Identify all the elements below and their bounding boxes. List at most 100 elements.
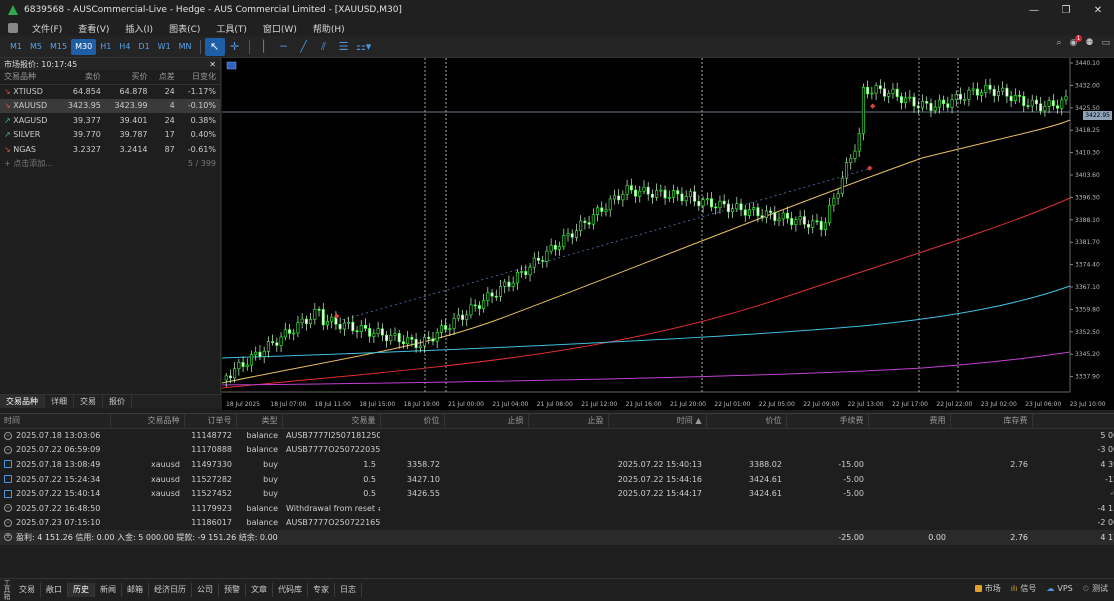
menu-view[interactable]: 查看(V) xyxy=(70,22,117,35)
price-tick-label: 3410.30 xyxy=(1075,150,1100,157)
col-swap[interactable]: 库存费 xyxy=(950,414,1033,429)
candle-body xyxy=(347,321,351,324)
candle-body xyxy=(431,338,435,342)
tab-experts[interactable]: 专家 xyxy=(308,582,335,597)
tab-symbols[interactable]: 交易品种 xyxy=(0,395,45,408)
tab-journal[interactable]: 日志 xyxy=(335,582,362,597)
panel-toggle-icon[interactable]: ▭ xyxy=(1101,38,1110,48)
search-icon[interactable]: ⌕ xyxy=(1057,38,1062,48)
history-row[interactable]: –2025.07.22 06:59:09 11170888 balance AUSB7… xyxy=(0,443,1114,458)
col-volume[interactable]: 交易量 xyxy=(282,414,381,429)
menu-file[interactable]: 文件(F) xyxy=(24,22,70,35)
status-market[interactable]: 市场 xyxy=(974,583,1001,594)
col-price[interactable]: 价位 xyxy=(380,414,445,429)
tab-trade[interactable]: 交易 xyxy=(14,582,41,597)
close-button[interactable]: ✕ xyxy=(1082,0,1114,20)
tab-news[interactable]: 新闻 xyxy=(95,582,122,597)
watch-row-xtiusd[interactable]: ↘ XTIUSD 64.854 64.878 24 -1.17% xyxy=(0,84,220,99)
tab-calendar[interactable]: 经济日历 xyxy=(149,582,192,597)
notifications-icon[interactable]: ◉ 1 xyxy=(1070,35,1083,48)
menu-charts[interactable]: 图表(C) xyxy=(161,22,208,35)
timeframe-m30[interactable]: M30 xyxy=(71,38,97,55)
menu-help[interactable]: 帮助(H) xyxy=(305,22,353,35)
tab-details[interactable]: 详细 xyxy=(45,395,74,408)
col-close-price[interactable]: 价位 xyxy=(706,414,787,429)
history-row[interactable]: 2025.07.22 15:24:34 xauusd 11527282 buy 0.5 3… xyxy=(0,472,1114,487)
col-daily-change[interactable]: 日变化 xyxy=(178,70,220,85)
timeframe-w1[interactable]: W1 xyxy=(154,39,175,55)
history-row[interactable]: –2025.07.18 13:03:06 11148772 balance AUSB7… xyxy=(0,428,1114,443)
summary-swap: 2.76 xyxy=(950,530,1032,545)
col-symbol[interactable]: 交易品种 xyxy=(110,414,185,429)
watch-row-ngas[interactable]: ↘ NGAS 3.2327 3.2414 87 -0.61% xyxy=(0,142,220,157)
close-time-cell xyxy=(608,428,706,443)
timeframe-h4[interactable]: H4 xyxy=(115,39,134,55)
shapes-tool-icon[interactable]: ⚏▾ xyxy=(354,38,374,56)
history-row[interactable]: 2025.07.18 13:08:49 xauusd 11497330 buy 1.5 3… xyxy=(0,457,1114,472)
ticket-cell: 11527282 xyxy=(191,474,232,484)
minimize-button[interactable]: — xyxy=(1018,0,1050,20)
candle-body xyxy=(988,84,992,90)
time-cell: –2025.07.18 13:03:06 xyxy=(0,428,110,443)
history-row[interactable]: –2025.07.23 07:15:10 11186017 balance AUSB7… xyxy=(0,516,1114,531)
watch-row-silver[interactable]: ↗ SILVER 39.770 39.787 17 0.40% xyxy=(0,128,220,143)
col-bid[interactable]: 卖价 xyxy=(58,70,105,85)
price-chart[interactable]: 3440.10 3432.00 3425.50 3418.25 3410.30 3403.… xyxy=(222,58,1114,410)
timeframe-mn[interactable]: MN xyxy=(175,39,196,55)
col-time[interactable]: 时间 xyxy=(0,414,111,429)
status-tester[interactable]: ⏲ 测试 xyxy=(1083,583,1108,594)
timeframe-m5[interactable]: M5 xyxy=(26,39,46,55)
cursor-tool-icon[interactable]: ↖ xyxy=(204,37,225,56)
tab-exposure[interactable]: 敞口 xyxy=(41,582,68,597)
vertical-line-icon[interactable]: │ xyxy=(254,38,274,56)
channel-tool-icon[interactable]: ⫽ xyxy=(314,38,334,56)
col-profit[interactable]: 盈利 xyxy=(1032,414,1114,429)
candlestick-chart[interactable]: 3440.103432.003425.503418.253410.303403.… xyxy=(222,58,1114,410)
tab-history[interactable]: 历史 xyxy=(68,582,95,597)
maximize-button[interactable]: ❐ xyxy=(1050,0,1082,20)
menu-window[interactable]: 窗口(W) xyxy=(255,22,305,35)
close-icon[interactable]: ✕ xyxy=(209,60,216,69)
timeframe-m15[interactable]: M15 xyxy=(46,39,71,55)
col-take-profit[interactable]: 止盈 xyxy=(528,414,609,429)
status-vps[interactable]: ☁ VPS xyxy=(1046,583,1072,594)
timeframe-h1[interactable]: H1 xyxy=(96,39,115,55)
col-spread[interactable]: 点差 xyxy=(151,70,179,85)
candle-body xyxy=(418,345,422,348)
col-stop-loss[interactable]: 止损 xyxy=(444,414,529,429)
trend-line-icon[interactable]: ╱ xyxy=(294,38,314,56)
tab-mailbox[interactable]: 邮箱 xyxy=(122,582,149,597)
price-cell: 3427.10 xyxy=(406,474,440,484)
toolbar-separator xyxy=(199,39,201,54)
crosshair-tool-icon[interactable]: ✛ xyxy=(225,38,245,56)
add-symbol-link[interactable]: + 点击添加... xyxy=(4,158,53,169)
col-ticket[interactable]: 订单号 xyxy=(184,414,237,429)
tab-alerts[interactable]: 预警 xyxy=(219,582,246,597)
history-row[interactable]: 2025.07.22 15:40:14 xauusd 11527452 buy 0.5 3… xyxy=(0,486,1114,501)
fibonacci-tool-icon[interactable]: ☰ xyxy=(334,38,354,56)
ticket-cell: 11527452 xyxy=(191,489,232,499)
timeframe-d1[interactable]: D1 xyxy=(134,39,153,55)
menu-insert[interactable]: 插入(I) xyxy=(117,22,161,35)
timeframe-m1[interactable]: M1 xyxy=(6,39,26,55)
tab-company[interactable]: 公司 xyxy=(192,582,219,597)
history-row[interactable]: –2025.07.22 16:48:50 11179923 balance Withd… xyxy=(0,501,1114,516)
col-commission[interactable]: 手续费 xyxy=(786,414,869,429)
watch-row-xagusd[interactable]: ↗ XAGUSD 39.377 39.401 24 0.38% xyxy=(0,113,220,128)
user-icon[interactable]: ⚉ xyxy=(1085,38,1093,48)
col-symbol[interactable]: 交易品种 xyxy=(0,70,59,85)
col-type[interactable]: 类型 xyxy=(236,414,283,429)
horizontal-line-icon[interactable]: ─ xyxy=(274,38,294,56)
tab-codebase[interactable]: 代码库 xyxy=(273,582,308,597)
col-fee[interactable]: 费用 xyxy=(868,414,951,429)
col-ask[interactable]: 买价 xyxy=(104,70,152,85)
tab-trading[interactable]: 交易 xyxy=(74,395,103,408)
tab-ticks[interactable]: 报价 xyxy=(103,395,132,408)
col-close-time[interactable]: 时间 ▲ xyxy=(608,414,707,429)
tab-articles[interactable]: 文章 xyxy=(246,582,273,597)
candle-body xyxy=(735,203,739,210)
candle-body xyxy=(1043,105,1047,112)
menu-tools[interactable]: 工具(T) xyxy=(208,22,255,35)
status-signals[interactable]: ılı 信号 xyxy=(1011,583,1037,594)
watch-row-xauusd[interactable]: ↘ XAUUSD 3423.95 3423.99 4 -0.10% xyxy=(0,98,220,113)
